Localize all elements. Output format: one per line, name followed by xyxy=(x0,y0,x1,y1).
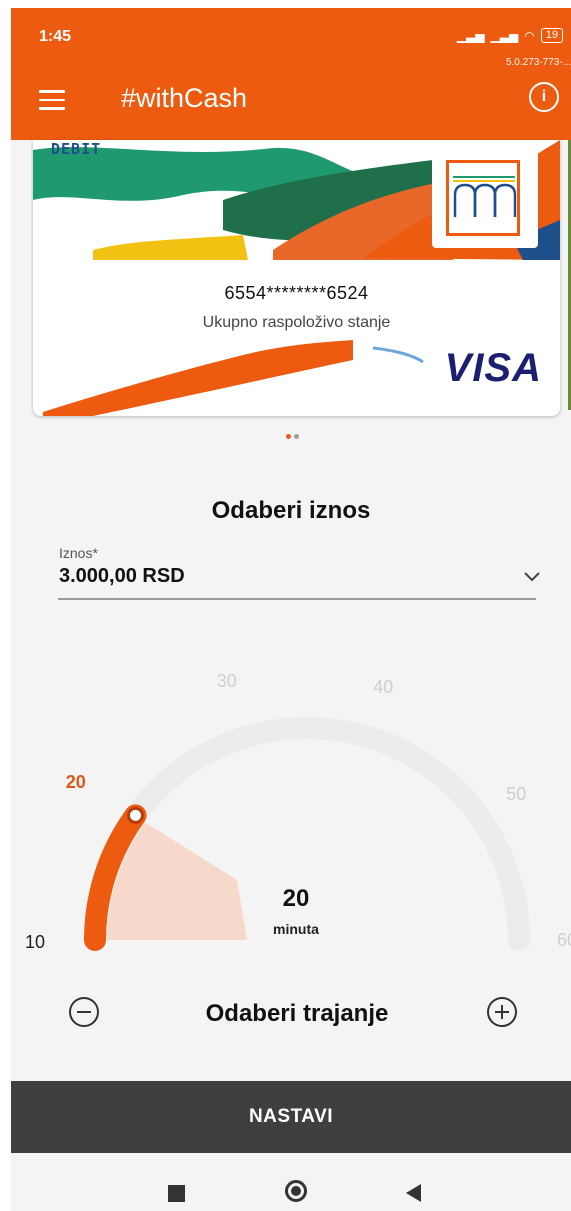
pager-dot-active[interactable] xyxy=(286,434,291,439)
battery-icon: 19 xyxy=(540,28,563,43)
info-icon[interactable]: i xyxy=(529,82,559,112)
duration-value: 20 xyxy=(282,885,310,912)
dial-tick-label: 50 xyxy=(506,784,527,805)
amount-select[interactable]: 3.000,00 RSD xyxy=(59,565,185,588)
app-screen: 1:45 ▁▃▅ ▁▃▅ ◠ 19 5.0.273-773-... #withC… xyxy=(11,0,571,1211)
app-bar: 1:45 ▁▃▅ ▁▃▅ ◠ 19 5.0.273-773-... #withC… xyxy=(11,8,571,140)
menu-icon[interactable] xyxy=(39,90,65,110)
duration-unit: minuta xyxy=(273,921,319,937)
signal-icon: ▁▃▅ xyxy=(490,28,519,43)
app-title: #withCash xyxy=(121,83,248,113)
bank-logo-mark xyxy=(453,176,517,217)
dial-tick-label: 60 xyxy=(557,930,571,950)
dial-handle[interactable] xyxy=(126,806,144,824)
card-number: 6554********6524 xyxy=(224,283,369,303)
status-time: 1:45 xyxy=(39,28,72,45)
amount-section-title: Odaberi iznos xyxy=(211,497,371,524)
amount-field-label: Iznos* xyxy=(59,545,98,561)
top-band xyxy=(11,0,571,8)
payment-card[interactable]: DEBIT 6554********6524 Ukupno raspoloživ… xyxy=(33,140,560,416)
dial-tick-label: 20 xyxy=(65,772,86,793)
bank-logo xyxy=(432,148,538,248)
back-icon[interactable] xyxy=(406,1184,421,1202)
chevron-down-icon[interactable] xyxy=(523,568,541,586)
signal-icon: ▁▃▅ xyxy=(456,28,485,43)
wifi-icon: ◠ xyxy=(524,28,535,43)
continue-button[interactable]: NASTAVI xyxy=(11,1081,571,1153)
amount-field-underline xyxy=(58,598,536,600)
increase-duration-button[interactable] xyxy=(487,997,517,1027)
card-type-label: DEBIT xyxy=(51,140,102,158)
duration-dial[interactable] xyxy=(11,660,571,990)
card-balance-label: Ukupno raspoloživo stanje xyxy=(202,314,391,331)
home-icon[interactable] xyxy=(285,1180,307,1202)
dial-tick-label: 10 xyxy=(25,932,46,952)
app-version: 5.0.273-773-... xyxy=(505,57,571,68)
card-pager xyxy=(286,434,299,439)
dial-tick-label: 30 xyxy=(216,671,237,692)
dial-tick-label: 40 xyxy=(373,677,394,698)
card-brand-logo: VISA xyxy=(444,346,542,390)
recents-icon[interactable] xyxy=(168,1185,185,1202)
pager-dot[interactable] xyxy=(294,434,299,439)
status-icons: ▁▃▅ ▁▃▅ ◠ 19 xyxy=(457,28,563,43)
